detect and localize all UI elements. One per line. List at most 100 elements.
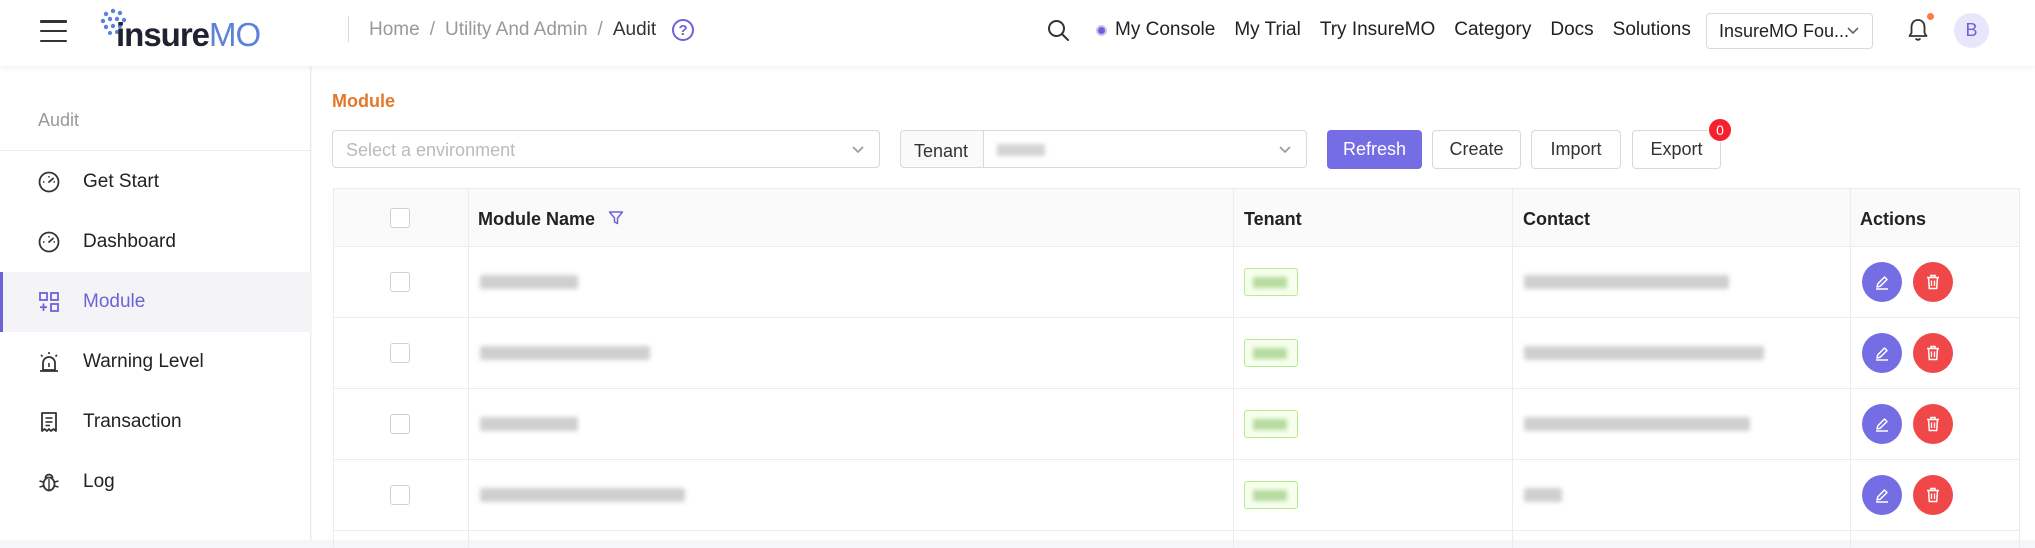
table-row[interactable] [333, 247, 2020, 318]
main-content: Module Select a environment Tenant Refre… [312, 66, 2035, 548]
table-row[interactable] [333, 389, 2020, 460]
notification-bell-icon[interactable] [1906, 17, 1930, 43]
sidebar-item-label: Transaction [83, 411, 182, 432]
table-header: Module Name Tenant Contact Actions [333, 188, 2020, 247]
tenant-tag [1244, 339, 1298, 367]
tenant-tag [1244, 268, 1298, 296]
trash-icon [1927, 274, 1939, 290]
export-button[interactable]: Export [1632, 130, 1721, 169]
nav-solutions[interactable]: Solutions [1613, 19, 1691, 41]
sidebar-item-label: Get Start [83, 171, 160, 192]
edit-button[interactable] [1862, 262, 1902, 302]
column-header-actions: Actions [1860, 209, 1927, 229]
nav-my-console[interactable]: My Console [1096, 19, 1215, 41]
breadcrumb-separator: / [429, 19, 435, 40]
nav-try-insuremo[interactable]: Try InsureMO [1320, 19, 1435, 41]
alarm-icon [37, 350, 61, 374]
menu-toggle-icon[interactable] [40, 20, 67, 42]
create-button[interactable]: Create [1432, 130, 1521, 169]
row-checkbox[interactable] [390, 343, 410, 363]
sidebar-item-get-start[interactable]: Get Start [0, 152, 311, 212]
gauge-icon [37, 170, 61, 194]
contact-redacted [1524, 275, 1729, 289]
delete-button[interactable] [1913, 333, 1953, 373]
contact-redacted [1524, 488, 1562, 502]
user-avatar[interactable]: B [1954, 13, 1989, 48]
column-header-module-name: Module Name [478, 209, 625, 230]
select-all-checkbox[interactable] [390, 208, 410, 228]
nav-category[interactable]: Category [1454, 19, 1531, 41]
tenant-value-redacted [997, 144, 1045, 156]
filter-icon[interactable] [607, 209, 625, 227]
tenant-select[interactable] [983, 130, 1307, 168]
breadcrumb-separator: / [597, 19, 603, 40]
row-checkbox[interactable] [390, 414, 410, 434]
module-name-redacted [480, 488, 685, 502]
table-row[interactable] [333, 318, 2020, 389]
nav-my-console-label: My Console [1115, 19, 1216, 40]
sidebar-item-label: Log [83, 471, 115, 492]
pencil-icon [1876, 489, 1888, 503]
sidebar: Audit Get Start Dashboard Module Warning… [0, 66, 311, 540]
environment-placeholder: Select a environment [346, 140, 516, 160]
sidebar-item-dashboard[interactable]: Dashboard [0, 212, 311, 272]
tenant-tag [1244, 481, 1298, 509]
breadcrumb-home[interactable]: Home [369, 19, 420, 41]
organization-select[interactable]: InsureMO Fou... [1706, 13, 1873, 49]
console-dot-icon [1096, 24, 1107, 36]
header-divider [348, 16, 349, 42]
delete-button[interactable] [1913, 475, 1953, 515]
tenant-label: Tenant [900, 130, 984, 168]
help-icon[interactable]: ? [672, 19, 695, 41]
search-icon[interactable] [1046, 18, 1070, 42]
sidebar-item-label: Dashboard [83, 231, 176, 252]
column-header-tenant: Tenant [1244, 209, 1302, 229]
sidebar-title: Audit [38, 110, 80, 130]
nav-my-trial[interactable]: My Trial [1234, 19, 1301, 41]
edit-button[interactable] [1862, 333, 1902, 373]
sidebar-item-label: Module [83, 291, 146, 312]
tenant-tag [1244, 410, 1298, 438]
module-name-redacted [480, 275, 578, 289]
module-name-redacted [480, 417, 578, 431]
trash-icon [1927, 487, 1939, 503]
breadcrumb-utility-admin[interactable]: Utility And Admin [445, 19, 588, 41]
organization-select-value: InsureMO Fou... [1719, 21, 1850, 41]
export-count-badge: 0 [1708, 118, 1732, 142]
edit-button[interactable] [1862, 404, 1902, 444]
insuremo-logo[interactable]: insureMO [96, 4, 281, 56]
chevron-down-icon [852, 146, 864, 154]
trash-icon [1927, 345, 1939, 361]
column-header-label: Module Name [478, 209, 596, 229]
module-name-redacted [480, 346, 650, 360]
delete-button[interactable] [1913, 262, 1953, 302]
table-row[interactable] [333, 460, 2020, 531]
sidebar-item-warning-level[interactable]: Warning Level [0, 332, 311, 392]
breadcrumb-current: Audit [612, 19, 657, 40]
row-checkbox[interactable] [390, 485, 410, 505]
sidebar-item-label: Warning Level [83, 351, 204, 372]
pencil-icon [1876, 418, 1888, 432]
row-checkbox[interactable] [390, 272, 410, 292]
import-button[interactable]: Import [1531, 130, 1621, 169]
sidebar-divider [0, 150, 311, 151]
nav-docs[interactable]: Docs [1550, 19, 1593, 41]
breadcrumb: Home / Utility And Admin / Audit ? [369, 19, 695, 41]
module-grid-icon [37, 290, 61, 314]
top-nav: My Console My Trial Try InsureMO Categor… [1096, 19, 1710, 41]
sidebar-item-module[interactable]: Module [0, 272, 311, 332]
environment-select[interactable]: Select a environment [332, 130, 880, 168]
edit-button[interactable] [1862, 475, 1902, 515]
logo-wordmark: insureMO [116, 16, 261, 53]
column-header-contact: Contact [1523, 209, 1590, 229]
sidebar-item-log[interactable]: Log [0, 452, 311, 512]
trash-icon [1927, 416, 1939, 432]
notification-dot [1927, 13, 1934, 20]
refresh-button[interactable]: Refresh [1327, 130, 1422, 169]
receipt-icon [37, 410, 61, 434]
sidebar-item-transaction[interactable]: Transaction [0, 392, 311, 452]
pencil-icon [1876, 276, 1888, 290]
chevron-down-icon [1279, 146, 1291, 154]
delete-button[interactable] [1913, 404, 1953, 444]
contact-redacted [1524, 417, 1750, 431]
